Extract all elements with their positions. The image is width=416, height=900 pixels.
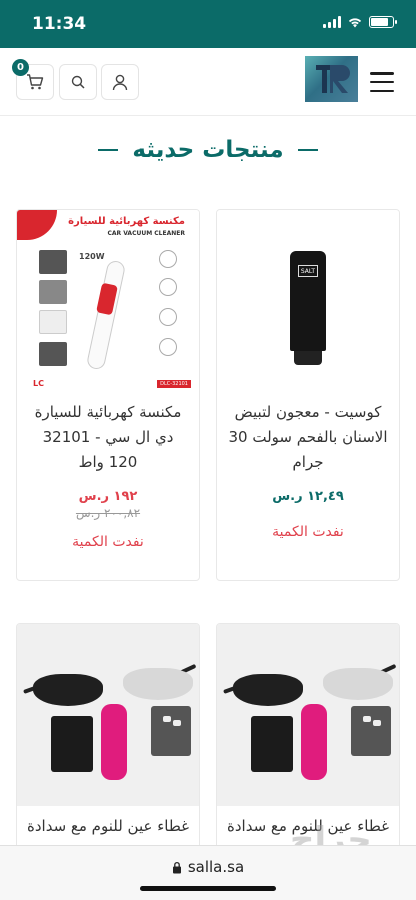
section-title: منتجات حديثه [132, 137, 284, 163]
out-of-stock-label: نفدت الكمية [272, 524, 344, 540]
cart-count-badge: 0 [12, 59, 29, 76]
box-model: DLC-32101 [157, 380, 191, 388]
box-brand: LC [33, 379, 44, 388]
account-button[interactable] [101, 64, 139, 100]
box-power-label: 120W [79, 252, 105, 261]
url-field[interactable]: salla.sa [0, 858, 416, 876]
store-logo[interactable] [305, 56, 358, 102]
battery-level [371, 18, 388, 26]
menu-line [370, 89, 394, 92]
store-header: 0 [0, 48, 416, 116]
product-name[interactable]: غطاء عين للنوم مع سدادة [17, 806, 199, 839]
menu-button[interactable] [370, 72, 394, 92]
product-image[interactable]: مكنسة كهربائية للسيارة CAR VACUUM CLEANE… [17, 210, 199, 392]
product-name[interactable]: كوسيت - معجون لتبيض الاسنان بالفحم سولت … [217, 392, 399, 475]
sleep-mask-image [217, 624, 399, 806]
product-image[interactable] [217, 624, 399, 806]
home-indicator[interactable] [140, 886, 276, 891]
title-divider-left [98, 149, 119, 151]
product-card[interactable]: غطاء عين للنوم مع سدادة [16, 623, 200, 863]
wifi-icon [348, 18, 362, 28]
toothpaste-tube-image: SALT [290, 251, 326, 365]
cellular-signal-icon [323, 16, 341, 28]
product-image[interactable]: SALT [217, 210, 399, 392]
box-title-english: CAR VACUUM CLEANER [107, 230, 185, 237]
search-button[interactable] [59, 64, 97, 100]
product-card[interactable]: SALT كوسيت - معجون لتبيض الاسنان بالفحم … [216, 209, 400, 581]
menu-line [370, 80, 394, 84]
cart-button[interactable]: 0 [12, 59, 54, 100]
status-time: 11:34 [32, 14, 87, 34]
lock-icon [172, 861, 181, 873]
sleep-mask-image [17, 624, 199, 806]
search-icon [71, 75, 85, 89]
out-of-stock-label: نفدت الكمية [72, 534, 144, 550]
product-name[interactable]: مكنسة كهربائية للسيارة دي ال سي - 32101 … [17, 392, 199, 475]
status-bar: 11:34 [0, 0, 416, 48]
product-card[interactable]: مكنسة كهربائية للسيارة CAR VACUUM CLEANE… [16, 209, 200, 581]
product-old-price: ٢٠٠,٨٢ ر.س [75, 506, 141, 520]
product-image[interactable] [17, 624, 199, 806]
browser-url-bar[interactable]: salla.sa [0, 845, 416, 900]
section-header: منتجات حديثه [0, 130, 416, 170]
vacuum-box-image: مكنسة كهربائية للسيارة CAR VACUUM CLEANE… [17, 210, 199, 392]
battery-icon [369, 16, 397, 28]
box-title-arabic: مكنسة كهربائية للسيارة [68, 216, 185, 227]
user-icon [112, 74, 128, 90]
product-price: ١٢,٤٩ ر.س [272, 489, 344, 504]
tube-cap [294, 351, 322, 365]
warranty-badge [17, 210, 57, 240]
title-divider-right [297, 149, 318, 151]
logo-mark [315, 65, 350, 93]
menu-line [370, 72, 394, 75]
product-sale-price: ١٩٢ ر.س [78, 489, 138, 504]
vacuum-body [85, 259, 127, 371]
tube-label: SALT [298, 265, 318, 277]
cart-icon [27, 74, 44, 90]
url-text: salla.sa [187, 858, 245, 876]
status-icons [323, 16, 397, 28]
